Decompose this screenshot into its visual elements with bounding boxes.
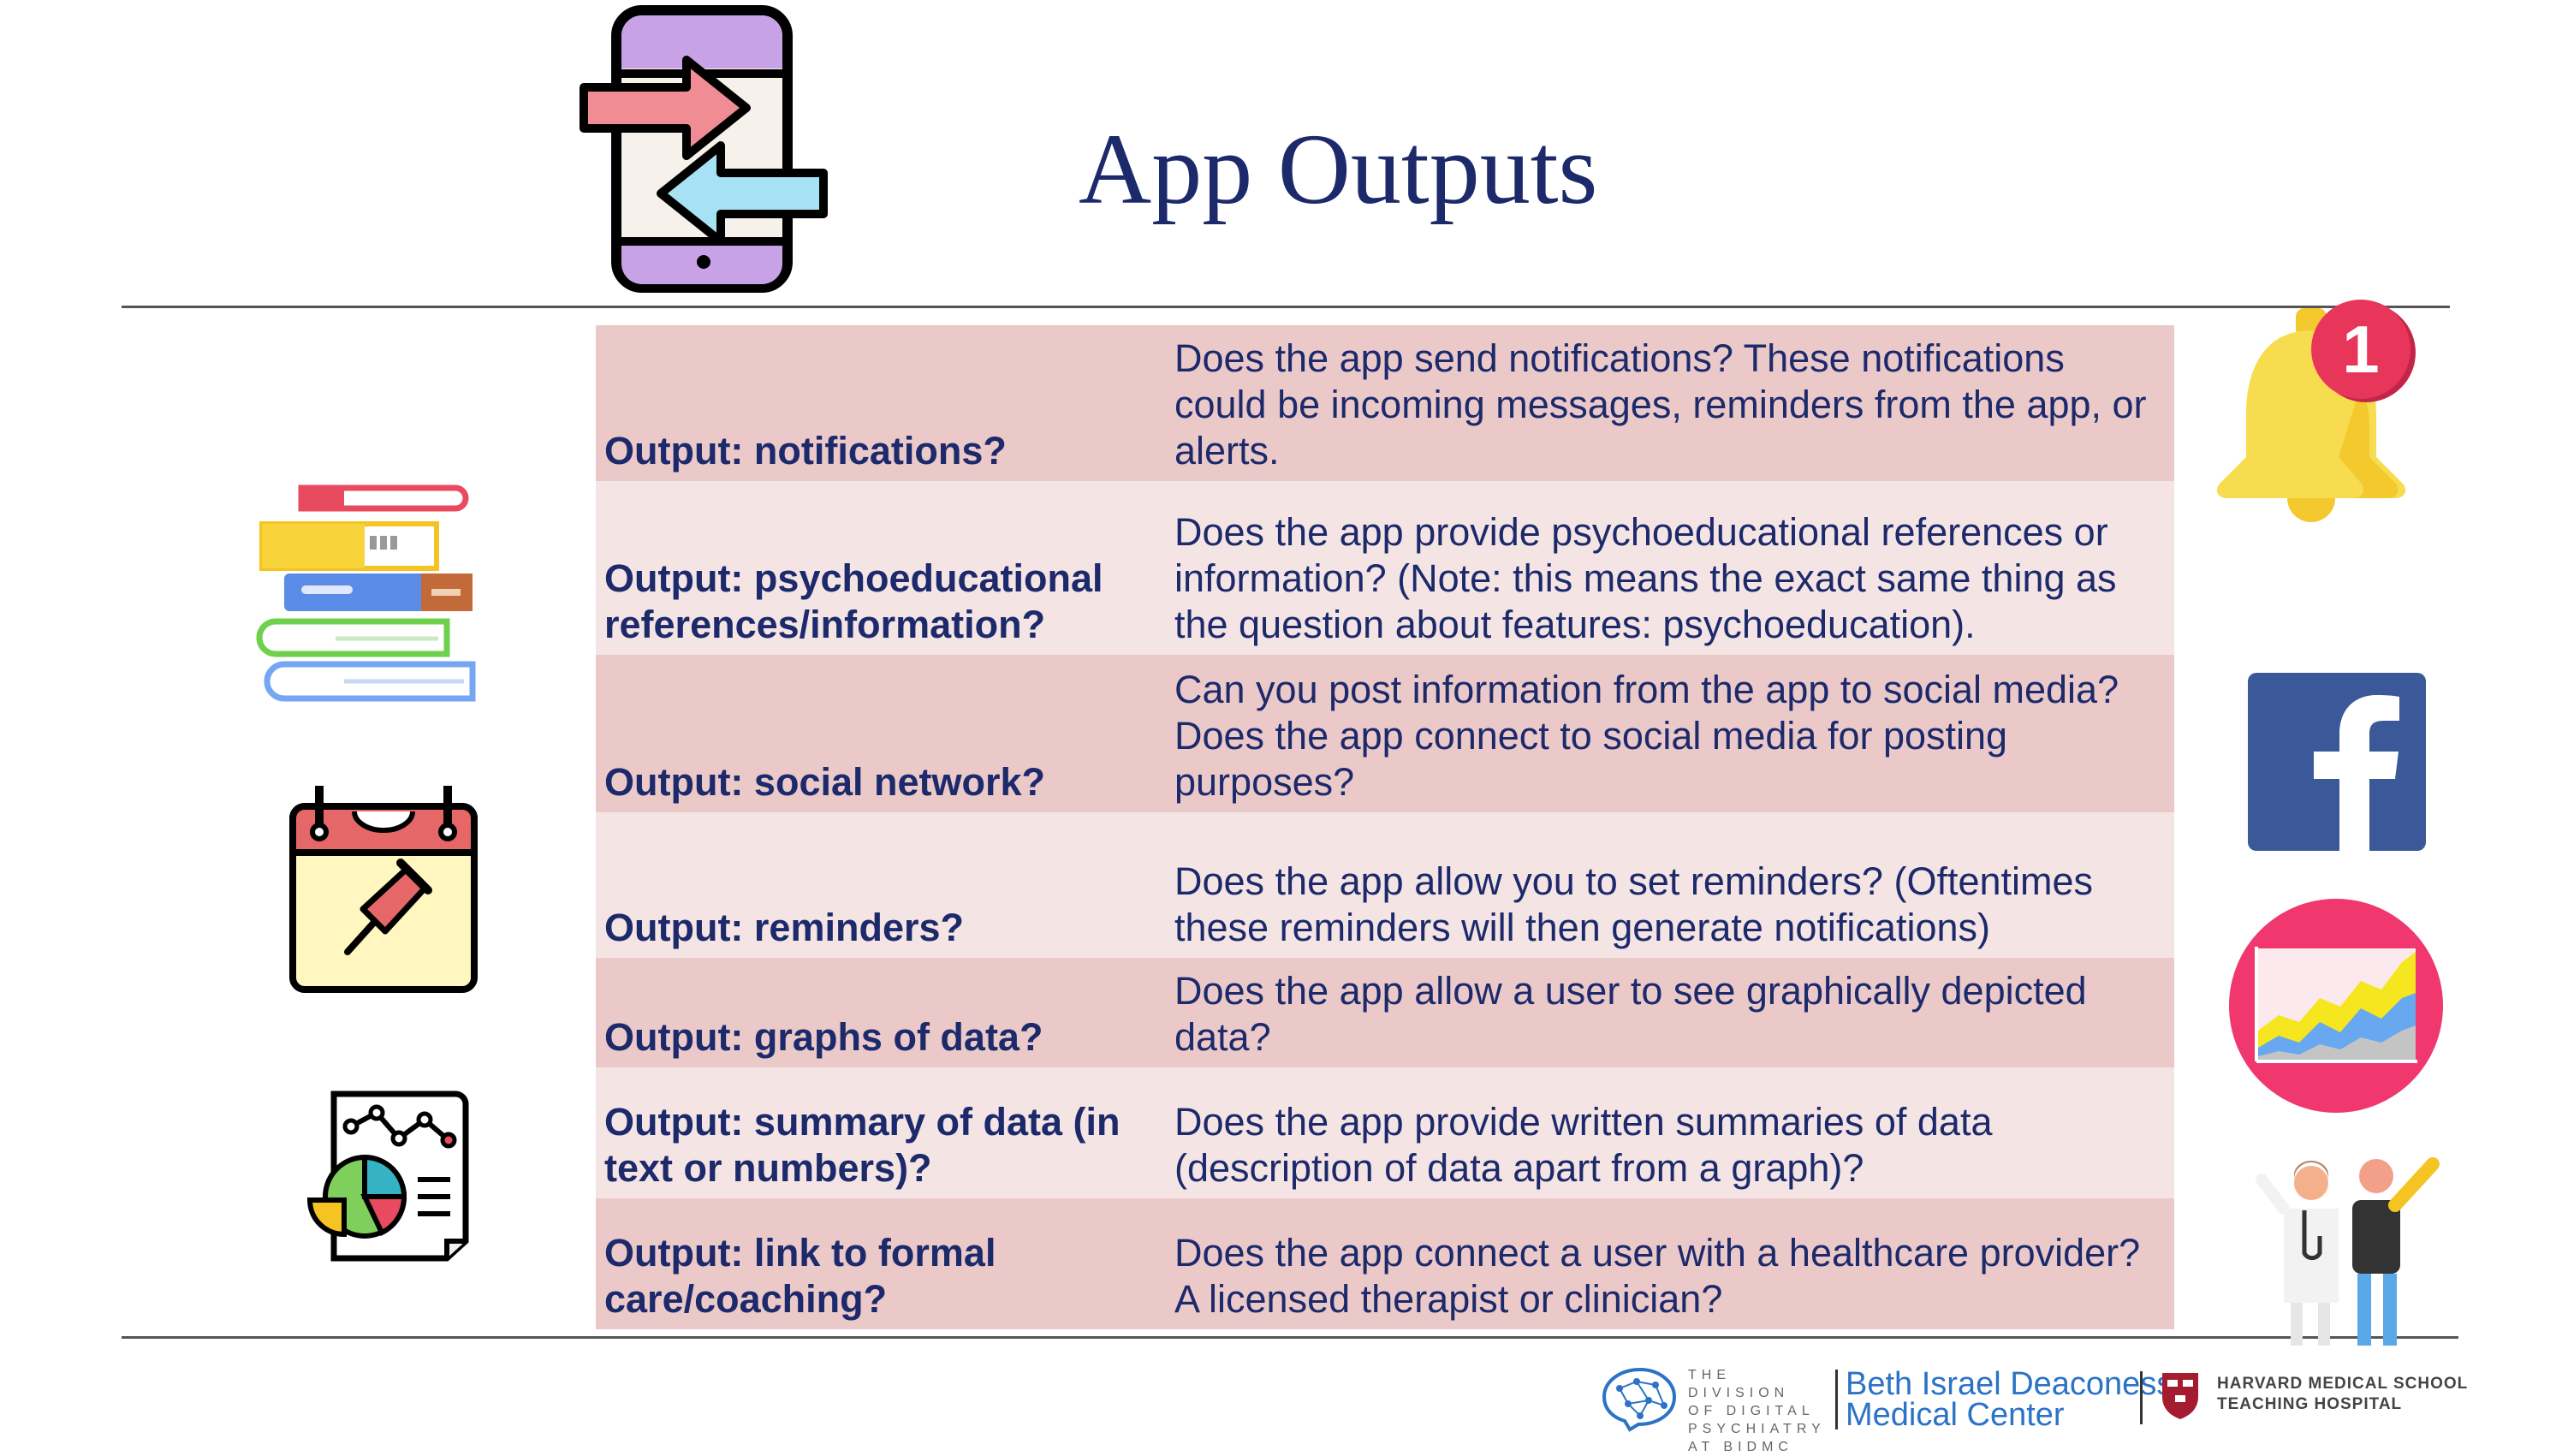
notification-bell: 1 (2208, 291, 2431, 531)
phone-transfer-icon (580, 5, 828, 293)
area-chart-icon (2229, 899, 2443, 1113)
row-label: Output: notifications? (604, 429, 1007, 472)
bidmc-name-line2: Medical Center (1846, 1397, 2065, 1433)
report-chart-icon (306, 1091, 469, 1262)
row-label: Output: summary of data (in text or numb… (604, 1100, 1121, 1190)
harvard-shield-icon (2162, 1373, 2198, 1419)
row-description: Does the app connect a user with a healt… (1174, 1231, 2141, 1321)
division-text: THE DIVISION OF DIGITAL PSYCHIATRY AT BI… (1688, 1368, 1826, 1454)
notification-count: 1 (2342, 312, 2380, 387)
outputs-table: Output: notifications? Does the app send… (596, 325, 2174, 1329)
calendar-pin-icon (289, 786, 478, 993)
row-description: Does the app allow you to set reminders?… (1174, 859, 2094, 949)
row-label: Output: psychoeducational references/inf… (604, 556, 1103, 646)
row-description: Does the app send notifications? These n… (1174, 336, 2147, 472)
bidmc-name-line1: Beth Israel Deaconess (1846, 1366, 2173, 1402)
row-description: Does the app provide psychoeducational r… (1174, 510, 2117, 646)
row-label: Output: social network? (604, 760, 1046, 804)
doctor-patient-icon (2256, 1157, 2440, 1346)
table-row: Output: social network? Can you post inf… (596, 655, 2174, 812)
row-label: Output: link to formal care/coaching? (604, 1231, 996, 1321)
table-row: Output: link to formal care/coaching? Do… (596, 1198, 2174, 1329)
hms-line1: HARVARD MEDICAL SCHOOL (2217, 1375, 2469, 1393)
facebook-icon (2248, 673, 2426, 851)
table-row: Output: graphs of data? Does the app all… (596, 958, 2174, 1067)
row-description: Does the app allow a user to see graphic… (1174, 969, 2087, 1059)
top-divider (122, 306, 2450, 308)
row-description: Does the app provide written summaries o… (1174, 1100, 1993, 1190)
row-label: Output: graphs of data? (604, 1015, 1043, 1059)
table-row: Output: psychoeducational references/inf… (596, 481, 2174, 655)
table-row: Output: notifications? Does the app send… (596, 325, 2174, 481)
bottom-divider (122, 1336, 2458, 1339)
row-description: Can you post information from the app to… (1174, 668, 2119, 804)
hms-line2: TEACHING HOSPITAL (2217, 1395, 2403, 1413)
footer-separator (2140, 1371, 2143, 1424)
table-row: Output: summary of data (in text or numb… (596, 1067, 2174, 1198)
brain-logo-icon (1602, 1367, 1677, 1432)
footer-separator (1835, 1370, 1838, 1429)
table-row: Output: reminders? Does the app allow yo… (596, 812, 2174, 958)
books-icon (256, 484, 476, 702)
slide-title: App Outputs (1079, 113, 1598, 225)
row-label: Output: reminders? (604, 906, 965, 949)
